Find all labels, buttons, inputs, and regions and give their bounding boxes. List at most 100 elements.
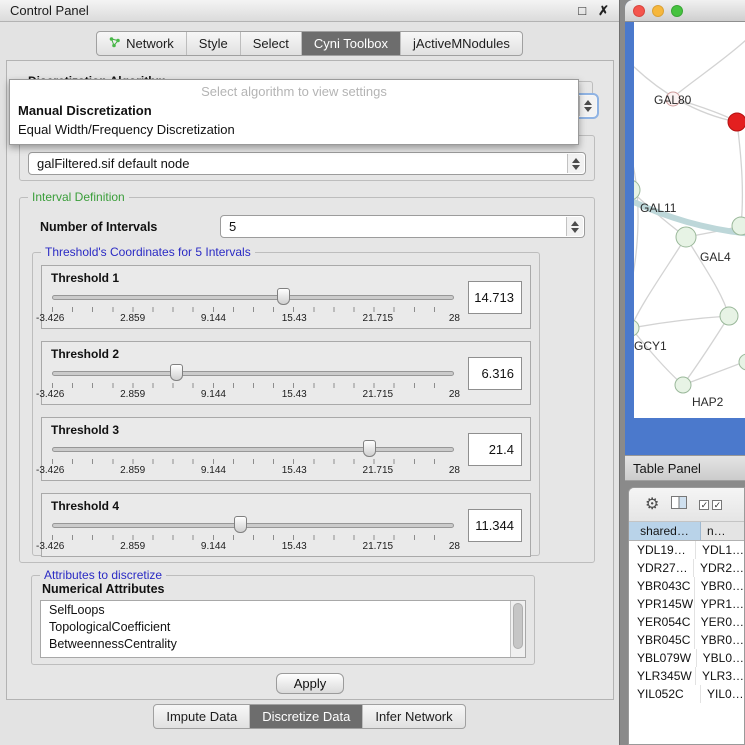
threshold-label: Threshold 3: [51, 423, 119, 437]
node-label: HAP2: [692, 395, 724, 409]
cell[interactable]: YDL19…: [629, 541, 696, 559]
select-columns-checkboxes-icon[interactable]: [699, 500, 722, 510]
cell[interactable]: YDR27…: [629, 559, 694, 577]
network-canvas[interactable]: GAL80 GAL11 GAL4 GCY1 HAP2: [634, 22, 745, 418]
tab-infer-network[interactable]: Infer Network: [362, 705, 464, 728]
float-window-icon[interactable]: □: [578, 4, 586, 17]
slider-track[interactable]: [52, 447, 454, 452]
minimize-traffic-light[interactable]: [652, 5, 664, 17]
column-header-shared-name[interactable]: shared…: [629, 522, 701, 540]
zoom-traffic-light[interactable]: [671, 5, 683, 17]
selected-node[interactable]: [728, 113, 745, 131]
node[interactable]: [732, 217, 745, 235]
table-row[interactable]: YIL052CYIL0…: [629, 685, 744, 703]
threshold-slider[interactable]: [52, 364, 454, 382]
scale-label: 9.144: [201, 389, 226, 400]
threshold-panel: Threshold 3 -3.426 2.859 9.144 15.43 21.…: [41, 417, 531, 481]
tab-style[interactable]: Style: [186, 32, 240, 55]
close-traffic-light[interactable]: [633, 5, 645, 17]
column-header-name[interactable]: n…: [701, 522, 744, 540]
cell[interactable]: YBR045C: [629, 631, 695, 649]
threshold-value-field[interactable]: 14.713: [468, 281, 522, 314]
cell[interactable]: YIL0…: [701, 685, 744, 703]
tab-discretize-data[interactable]: Discretize Data: [249, 705, 362, 728]
cell[interactable]: YBL0…: [697, 649, 744, 667]
table-data-combobox[interactable]: galFiltered.sif default node: [28, 152, 586, 175]
slider-thumb[interactable]: [234, 516, 247, 533]
checkbox-icon[interactable]: [712, 500, 722, 510]
slider-thumb[interactable]: [277, 288, 290, 305]
list-item[interactable]: BetweennessCentrality: [41, 635, 525, 652]
interval-definition-group: Interval Definition Number of Intervals …: [19, 197, 595, 563]
cell[interactable]: YDR2…: [694, 559, 744, 577]
list-item[interactable]: TopologicalCoefficient: [41, 618, 525, 635]
cell[interactable]: YPR145W: [629, 595, 695, 613]
table-row[interactable]: YLR345WYLR3…: [629, 667, 744, 685]
top-tabbar: Network Style Select Cyni Toolbox jActiv…: [0, 31, 619, 56]
threshold-slider[interactable]: [52, 288, 454, 306]
cell[interactable]: YDL1…: [696, 541, 744, 559]
tab-select[interactable]: Select: [240, 32, 301, 55]
cell[interactable]: YER0…: [695, 613, 744, 631]
slider-thumb[interactable]: [363, 440, 376, 457]
node[interactable]: [739, 354, 745, 370]
tab-impute-data[interactable]: Impute Data: [154, 705, 249, 728]
cell[interactable]: YLR3…: [696, 667, 744, 685]
scale-label: 15.43: [282, 465, 307, 476]
number-of-intervals-combobox[interactable]: 5: [220, 215, 585, 238]
threshold-panel: Threshold 4 -3.426 2.859 9.144 15.43 21.…: [41, 493, 531, 557]
table-row[interactable]: YDR27…YDR2…: [629, 559, 744, 577]
cell[interactable]: YER054C: [629, 613, 695, 631]
control-panel-titlebar: Control Panel □ ✗: [0, 0, 619, 22]
cell[interactable]: YBR0…: [695, 631, 744, 649]
table-row[interactable]: YBR043CYBR0…: [629, 577, 744, 595]
dropdown-option-manual-discretization[interactable]: Manual Discretization: [10, 101, 578, 120]
node[interactable]: [676, 227, 696, 247]
attributes-listbox[interactable]: SelfLoops TopologicalCoefficient Between…: [40, 600, 526, 658]
cell[interactable]: YBR0…: [695, 577, 744, 595]
threshold-panel: Threshold 2 -3.426 2.859 9.144 15.43 21.…: [41, 341, 531, 405]
combobox-stepper-icon: [579, 96, 596, 116]
scale-label: 28: [449, 541, 460, 552]
thresholds-group: Threshold's Coordinates for 5 Intervals …: [32, 252, 540, 556]
cell[interactable]: YLR345W: [629, 667, 696, 685]
table-row[interactable]: YPR145WYPR1…: [629, 595, 744, 613]
threshold-value-field[interactable]: 6.316: [468, 357, 522, 390]
node-hap2[interactable]: [675, 377, 691, 393]
tab-cyni-toolbox[interactable]: Cyni Toolbox: [301, 32, 400, 55]
columns-icon[interactable]: [671, 496, 687, 514]
slider-track[interactable]: [52, 371, 454, 376]
threshold-value-field[interactable]: 21.4: [468, 433, 522, 466]
apply-button[interactable]: Apply: [276, 673, 344, 694]
checkbox-icon[interactable]: [699, 500, 709, 510]
threshold-slider[interactable]: [52, 516, 454, 534]
scrollbar[interactable]: [510, 601, 525, 657]
table-row[interactable]: YDL19…YDL1…: [629, 541, 744, 559]
node[interactable]: [634, 180, 640, 200]
table-row[interactable]: YBR045CYBR0…: [629, 631, 744, 649]
threshold-slider[interactable]: [52, 440, 454, 458]
threshold-value-field[interactable]: 11.344: [468, 509, 522, 542]
slider-track[interactable]: [52, 295, 454, 300]
scale-label: 28: [449, 389, 460, 400]
cell[interactable]: YPR1…: [695, 595, 744, 613]
gear-icon[interactable]: ⚙: [645, 497, 659, 513]
table-row[interactable]: YER054CYER0…: [629, 613, 744, 631]
combobox-stepper-icon: [567, 154, 584, 173]
node[interactable]: [720, 307, 738, 325]
dropdown-option-equal-width[interactable]: Equal Width/Frequency Discretization: [10, 120, 578, 139]
tab-jactivemnodules[interactable]: jActiveMNodules: [400, 32, 522, 55]
list-item[interactable]: SelfLoops: [41, 601, 525, 618]
cell[interactable]: YIL052C: [629, 685, 701, 703]
node-gcy1[interactable]: [634, 320, 639, 336]
cell[interactable]: YBL079W: [629, 649, 697, 667]
table-row[interactable]: YBL079WYBL0…: [629, 649, 744, 667]
network-window-titlebar: [625, 0, 745, 22]
close-icon[interactable]: ✗: [598, 4, 609, 17]
slider-track[interactable]: [52, 523, 454, 528]
slider-thumb[interactable]: [170, 364, 183, 381]
tab-network[interactable]: Network: [97, 32, 186, 55]
scale-label: 2.859: [120, 389, 145, 400]
scrollbar-thumb[interactable]: [513, 603, 523, 649]
cell[interactable]: YBR043C: [629, 577, 695, 595]
